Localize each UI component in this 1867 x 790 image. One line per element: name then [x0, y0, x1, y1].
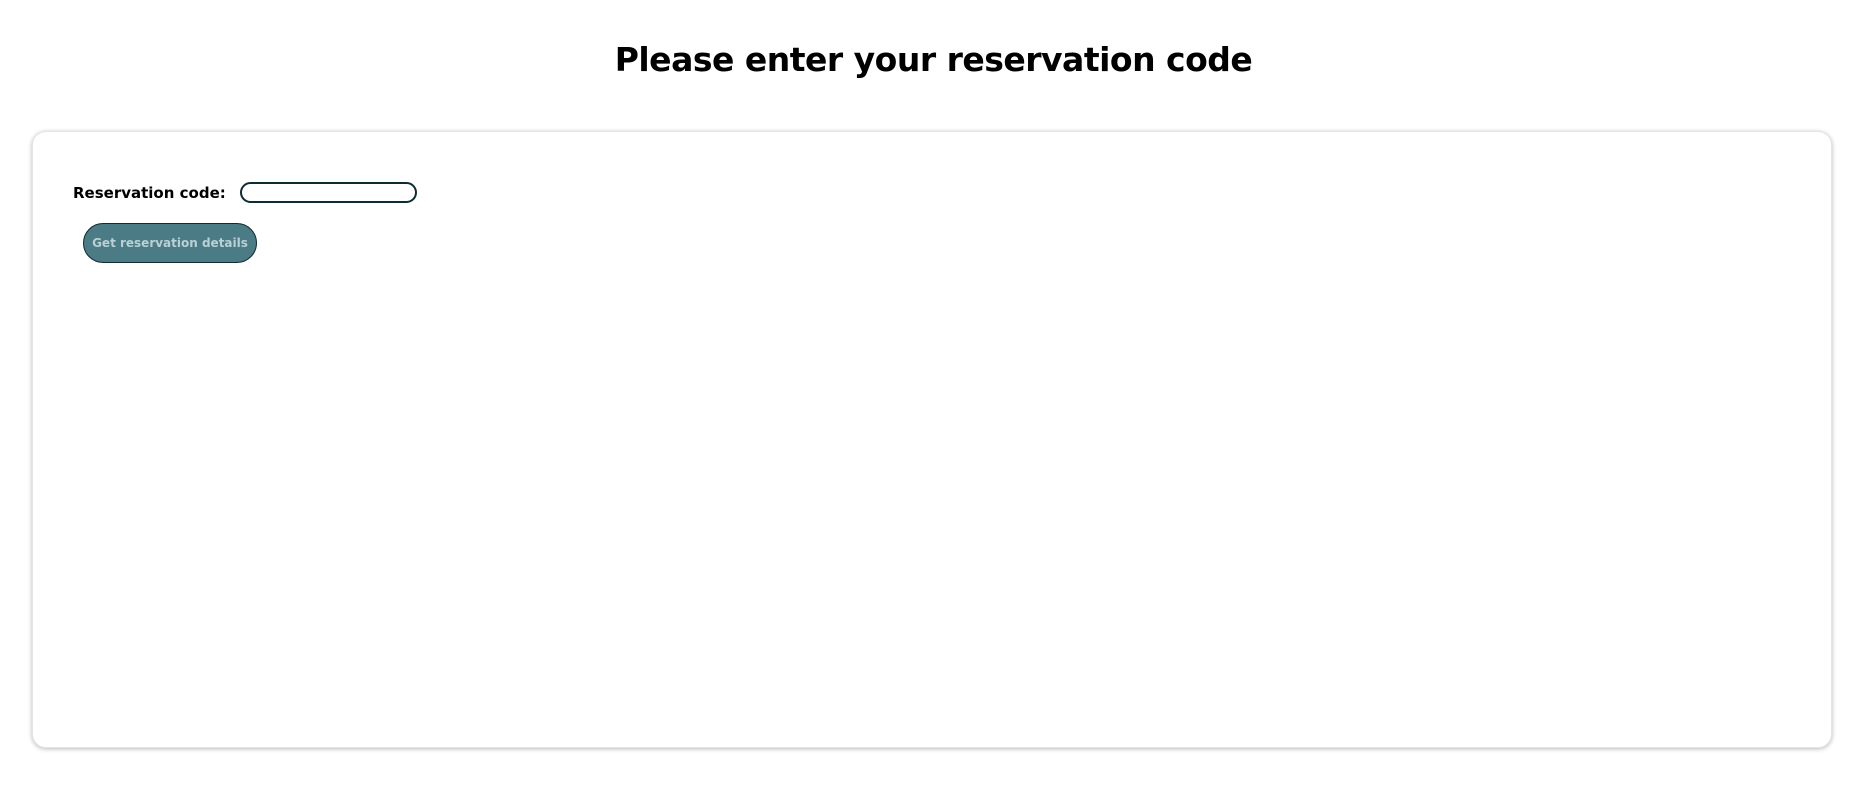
page: Please enter your reservation code Reser…	[0, 0, 1867, 790]
reservation-code-label: Reservation code:	[73, 183, 226, 202]
reservation-code-input[interactable]	[239, 182, 417, 203]
page-title: Please enter your reservation code	[614, 40, 1253, 79]
get-reservation-details-button[interactable]: Get reservation details	[83, 223, 257, 263]
reservation-code-row: Reservation code:	[73, 182, 417, 203]
reservation-card: Reservation code: Get reservation detail…	[32, 131, 1832, 748]
